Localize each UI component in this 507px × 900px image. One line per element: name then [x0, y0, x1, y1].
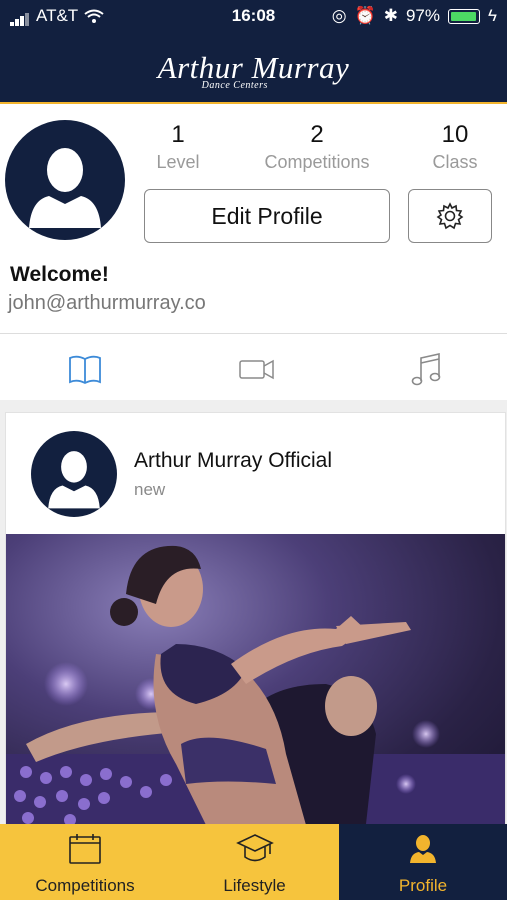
- post-author-name[interactable]: Arthur Murray Official: [134, 449, 332, 473]
- lock-rotation-icon: ◎: [331, 6, 347, 25]
- tab-music[interactable]: [410, 352, 444, 393]
- arthur-murray-logo: Arthur Murray Dance Centers: [158, 50, 350, 91]
- stat-class-label: Class: [432, 152, 478, 172]
- stat-class-value: 10: [441, 121, 469, 148]
- battery-icon: [448, 8, 480, 24]
- calendar-icon: [69, 834, 101, 864]
- post-image[interactable]: [6, 534, 505, 825]
- dancers-photo: [6, 545, 505, 825]
- alarm-icon: ⏰: [354, 6, 376, 25]
- tab-videos[interactable]: [238, 352, 276, 391]
- bluetooth-icon: ✱: [383, 6, 398, 25]
- person-silhouette-icon: [29, 148, 101, 228]
- book-icon: [69, 355, 101, 385]
- welcome-heading: Welcome!: [10, 263, 109, 286]
- tab-lifestyle-label: Lifestyle: [223, 876, 286, 895]
- gear-icon: [436, 202, 464, 230]
- stat-competitions-value: 2: [310, 121, 324, 148]
- logo-subtext: Dance Centers: [201, 80, 268, 91]
- divider: [0, 333, 507, 334]
- person-silhouette-icon: [48, 451, 100, 509]
- stat-competitions: 2 Competitions: [252, 120, 382, 174]
- stat-level-label: Level: [156, 152, 200, 172]
- tab-competitions-label: Competitions: [35, 876, 135, 895]
- user-email: john@arthurmurray.co: [8, 292, 206, 314]
- profile-avatar[interactable]: [5, 120, 125, 240]
- tab-profile-label: Profile: [398, 876, 448, 895]
- app-header: Arthur Murray Dance Centers: [0, 34, 507, 104]
- video-icon: [239, 359, 274, 380]
- tab-profile[interactable]: Profile: [339, 824, 507, 900]
- stat-level: 1 Level: [148, 120, 208, 174]
- tab-lifestyle[interactable]: Lifestyle: [170, 824, 339, 900]
- music-icon: [411, 353, 441, 386]
- tab-competitions[interactable]: Competitions: [0, 824, 170, 900]
- status-right: ◎ ⏰ ✱ 97% ϟ: [332, 6, 497, 26]
- stat-level-value: 1: [171, 121, 185, 148]
- charging-icon: ϟ: [488, 6, 497, 25]
- edit-profile-button[interactable]: Edit Profile: [144, 189, 390, 243]
- battery-percent: 97%: [405, 6, 440, 25]
- tab-articles[interactable]: [68, 352, 102, 391]
- post-card[interactable]: Arthur Murray Official new: [5, 412, 506, 825]
- stat-class: 10 Class: [420, 120, 490, 174]
- person-icon: [410, 835, 436, 863]
- settings-button[interactable]: [408, 189, 492, 243]
- stat-competitions-label: Competitions: [264, 152, 370, 172]
- post-author-avatar[interactable]: [31, 431, 117, 517]
- status-bar: AT&T 16:08 ◎ ⏰ ✱ 97% ϟ: [0, 0, 507, 34]
- post-timestamp: new: [134, 480, 166, 499]
- graduation-cap-icon: [236, 834, 274, 862]
- bottom-tab-bar: Competitions Lifestyle Profile: [0, 824, 507, 900]
